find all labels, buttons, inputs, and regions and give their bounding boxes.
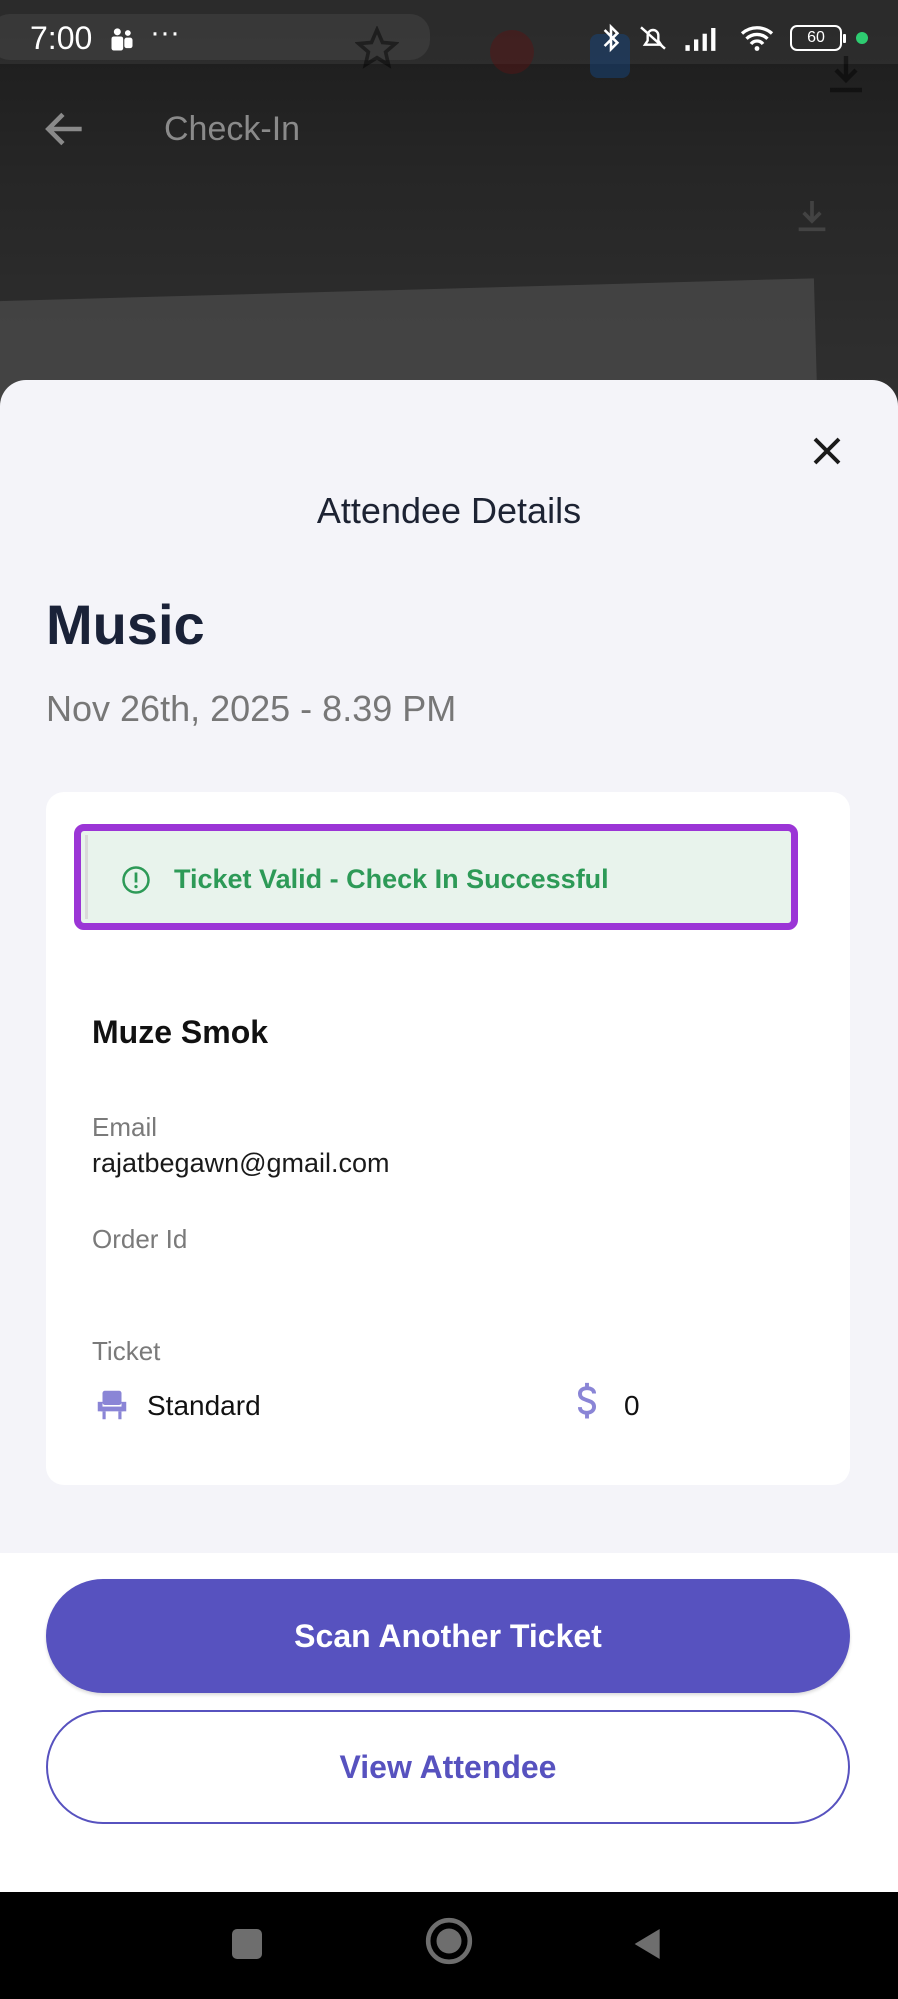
more-icon: ··· xyxy=(150,16,180,49)
email-label: Email xyxy=(92,1112,158,1142)
ticket-price: 0 xyxy=(624,1390,640,1421)
bluetooth-icon xyxy=(603,23,620,53)
triangle-back-icon[interactable] xyxy=(628,1922,668,1966)
page-title: Check-In xyxy=(164,110,301,148)
status-banner: Ticket Valid - Check In Successful xyxy=(74,824,798,930)
circle-home-icon[interactable] xyxy=(424,1916,474,1966)
battery-icon: 60 xyxy=(790,25,846,51)
attendee-details-sheet: Attendee Details Music Nov 26th, 2025 - … xyxy=(0,380,898,1892)
close-button[interactable] xyxy=(802,426,852,476)
close-icon xyxy=(813,437,841,465)
app-header: Check-In xyxy=(0,90,898,170)
seat-icon xyxy=(97,1390,127,1420)
privacy-dot-icon xyxy=(856,32,868,44)
scan-another-ticket-button[interactable]: Scan Another Ticket xyxy=(46,1579,850,1693)
view-attendee-button[interactable]: View Attendee xyxy=(46,1710,850,1824)
action-footer: Scan Another Ticket View Attendee xyxy=(0,1553,898,1892)
ticket-row: Standard 0 xyxy=(92,1382,812,1432)
order-id-label: Order Id xyxy=(92,1224,188,1254)
info-circle-icon xyxy=(122,866,150,894)
status-icons: 60 xyxy=(600,22,868,54)
signal-icon xyxy=(685,28,716,51)
ticket-label: Ticket xyxy=(92,1336,161,1366)
wifi-icon xyxy=(740,26,774,51)
mute-icon xyxy=(640,26,666,50)
event-date: Nov 26th, 2025 - 8.39 PM xyxy=(46,688,457,729)
arrow-left-icon[interactable] xyxy=(40,104,90,154)
attendee-card: Ticket Valid - Check In Successful Muze … xyxy=(46,792,850,1485)
status-message: Ticket Valid - Check In Successful xyxy=(174,864,609,894)
email-value: rajatbegawn@gmail.com xyxy=(92,1148,390,1178)
dollar-icon xyxy=(577,1382,597,1419)
square-icon[interactable] xyxy=(227,1922,267,1966)
battery-level: 60 xyxy=(807,29,825,46)
sheet-title: Attendee Details xyxy=(316,490,582,531)
system-nav-bar xyxy=(0,1892,898,1999)
attendee-name: Muze Smok xyxy=(92,1014,269,1050)
ticket-type: Standard xyxy=(147,1390,261,1421)
event-name: Music xyxy=(46,593,205,656)
teams-icon xyxy=(111,28,133,51)
status-time: 7:00 xyxy=(30,20,93,56)
status-bar: 7:00 ··· 60 xyxy=(0,0,898,80)
